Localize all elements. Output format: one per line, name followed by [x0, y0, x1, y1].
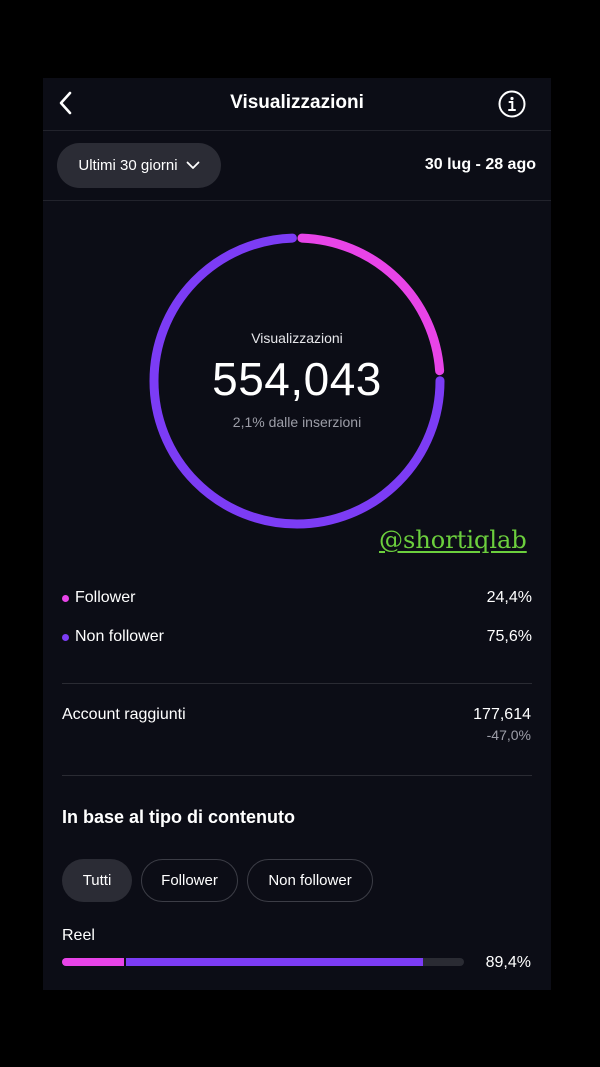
accounts-reached-label: Account raggiunti: [62, 706, 186, 723]
reel-bar-follower-segment: [62, 958, 125, 966]
filter-row: Ultimi 30 giorni 30 lug - 28 ago: [43, 130, 551, 201]
divider: [62, 775, 532, 776]
date-range-text: 30 lug - 28 ago: [424, 156, 536, 173]
page-title: Visualizzazioni: [230, 92, 364, 113]
reel-label: Reel: [62, 927, 95, 944]
info-icon: [498, 90, 526, 118]
legend-non-follower-label: Non follower: [75, 628, 164, 645]
date-range-dropdown-label: Ultimi 30 giorni: [78, 157, 178, 174]
date-range-dropdown[interactable]: Ultimi 30 giorni: [57, 143, 221, 188]
legend-non-follower: Non follower 75,6%: [62, 625, 532, 649]
total-views-value: 554,043: [212, 353, 382, 405]
reel-bar: [62, 958, 464, 966]
tab-follower[interactable]: Follower: [141, 859, 238, 902]
header: Visualizzazioni: [43, 78, 551, 131]
watermark-text: @shortiqlab: [379, 526, 527, 554]
tab-all[interactable]: Tutti: [62, 859, 132, 902]
total-label: Visualizzazioni: [251, 330, 343, 346]
views-screen: Visualizzazioni Ultimi 30 giorni 30 lug …: [43, 78, 551, 990]
accounts-reached-change: -47,0%: [486, 727, 531, 743]
chevron-down-icon: [186, 161, 199, 169]
ads-share-text: 2,1% dalle inserzioni: [232, 414, 362, 430]
legend-follower-percent: 24,4%: [486, 589, 532, 606]
legend-follower-label: Follower: [75, 589, 136, 606]
divider: [62, 683, 532, 684]
reel-bar-non-follower-segment: [124, 958, 424, 966]
follower-dot-icon: [62, 594, 69, 602]
accounts-reached-value: 177,614: [473, 706, 531, 723]
reel-percent: 89,4%: [485, 954, 531, 971]
content-type-title: In base al tipo di contenuto: [62, 807, 296, 827]
tab-non-follower[interactable]: Non follower: [247, 859, 373, 902]
donut-center: Visualizzazioni 554,043 2,1% dalle inser…: [146, 230, 448, 532]
legend-non-follower-percent: 75,6%: [486, 628, 532, 645]
info-button[interactable]: [497, 89, 527, 119]
non-follower-dot-icon: [62, 633, 69, 641]
legend-follower: Follower 24,4%: [62, 586, 532, 610]
